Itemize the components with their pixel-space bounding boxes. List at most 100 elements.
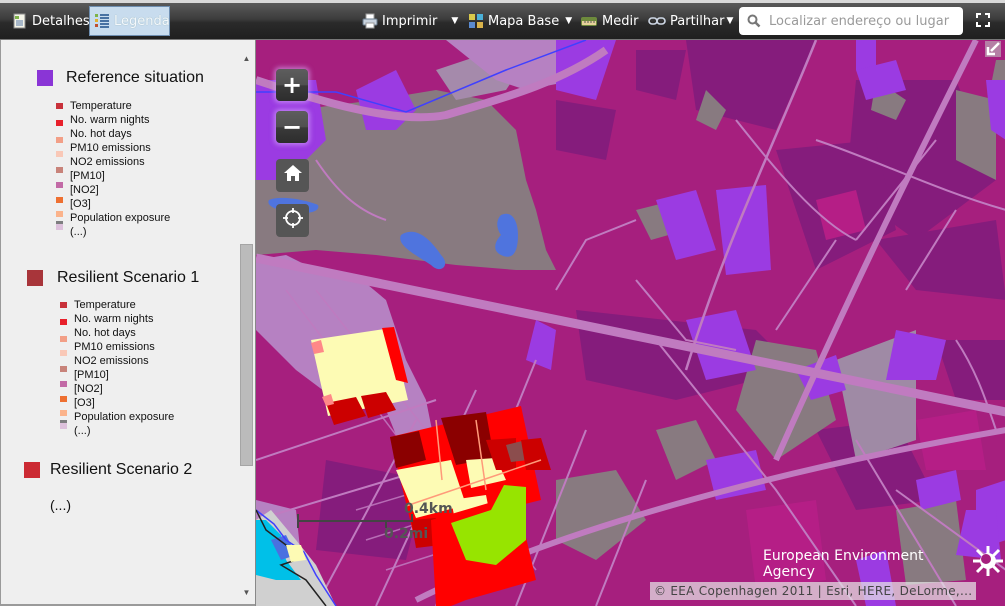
- legend-swatch: [60, 350, 67, 356]
- map-view[interactable]: + − 0.4km 0.2mi European Environment Age…: [255, 40, 1005, 606]
- basemap-label: Mapa Base: [488, 13, 560, 29]
- minus-icon: −: [281, 113, 303, 141]
- legend-panel: Reference situation Temperature No. warm…: [0, 40, 255, 606]
- search-box: [739, 7, 963, 35]
- chevron-down-icon: ▼: [451, 16, 459, 26]
- legend-swatch: [56, 197, 63, 203]
- scroll-down-arrow-icon[interactable]: ▼: [242, 588, 251, 597]
- legend-more: (...): [50, 497, 71, 513]
- legend-item-label: [O3]: [70, 198, 91, 210]
- legend-item: No. warm nights: [60, 312, 174, 326]
- legend-list-icon: [94, 13, 110, 29]
- print-button[interactable]: Imprimir ▼: [358, 6, 462, 36]
- legend-item-label: (...): [74, 425, 91, 437]
- home-icon: [283, 163, 303, 188]
- legend-swatch: [56, 120, 63, 126]
- legend-item: No. warm nights: [56, 113, 170, 127]
- legend-swatch: [56, 137, 63, 143]
- legend-button[interactable]: Legenda: [89, 6, 170, 36]
- legend-swatch: [60, 366, 67, 372]
- map-attribution: © EEA Copenhagen 2011 | Esri, HERE, DeLo…: [650, 582, 977, 600]
- legend-items-reference: Temperature No. warm nights No. hot days…: [56, 99, 170, 239]
- legend-scrollbar[interactable]: ▲ ▼: [238, 40, 255, 604]
- legend-item-label: No. warm nights: [70, 114, 150, 126]
- legend-item: Temperature: [60, 298, 174, 312]
- layer-title: Resilient Scenario 1: [57, 269, 200, 286]
- fullscreen-button[interactable]: [966, 7, 1000, 37]
- share-button[interactable]: Partilhar ▼: [644, 6, 737, 36]
- legend-item: NO2 emissions: [60, 350, 174, 368]
- measure-label: Medir: [602, 13, 639, 29]
- scroll-up-arrow-icon[interactable]: ▲: [242, 54, 251, 63]
- printer-icon: [362, 13, 378, 29]
- legend-swatch: [56, 182, 63, 188]
- magnifier-icon[interactable]: [747, 14, 761, 28]
- legend-swatch: [60, 423, 67, 429]
- scale-bar: 0.4km 0.2mi: [296, 501, 453, 542]
- scroll-thumb[interactable]: [240, 244, 253, 466]
- legend-swatch: [60, 319, 67, 325]
- legend-item: No. hot days: [60, 326, 174, 340]
- toolbar: Detalhes Legenda Imprimir ▼ Mapa Base ▼ …: [0, 0, 1005, 40]
- details-label: Detalhes: [32, 13, 90, 29]
- legend-item-label: [PM10]: [74, 369, 109, 381]
- layer-title: Reference situation: [66, 69, 204, 86]
- measure-button[interactable]: Medir: [576, 6, 642, 36]
- legend-item-label: Temperature: [70, 100, 132, 112]
- legend-item-label: [NO2]: [74, 383, 103, 395]
- legend-item: No. hot days: [56, 127, 170, 141]
- legend-item-label: (...): [70, 226, 87, 238]
- legend-item-label: No. warm nights: [74, 313, 154, 325]
- legend-item-label: No. hot days: [74, 327, 136, 339]
- eea-sun-icon: [971, 544, 1005, 583]
- legend-item: [NO2]: [56, 182, 170, 197]
- legend-item: Temperature: [56, 99, 170, 113]
- legend-item-label: PM10 emissions: [74, 341, 155, 353]
- legend-item: [O3]: [56, 197, 170, 211]
- legend-label: Legenda: [114, 13, 170, 29]
- layer-title: Resilient Scenario 2: [50, 461, 193, 478]
- legend-content: Reference situation Temperature No. warm…: [1, 40, 238, 604]
- fullscreen-icon: [976, 12, 990, 32]
- legend-item: PM10 emissions: [60, 336, 174, 354]
- legend-swatch: [60, 410, 67, 416]
- legend-item-label: NO2 emissions: [74, 355, 149, 367]
- legend-layer-reference: Reference situation: [37, 69, 204, 87]
- collapse-arrow-button[interactable]: [985, 41, 1001, 57]
- legend-layer-scenario-2: Resilient Scenario 2: [24, 461, 192, 479]
- search-input[interactable]: [769, 13, 959, 29]
- legend-swatch: [56, 211, 63, 217]
- legend-items-scenario-1: Temperature No. warm nights No. hot days…: [60, 298, 174, 438]
- legend-item: PM10 emissions: [56, 137, 170, 155]
- locate-crosshair-icon: [282, 207, 304, 234]
- ruler-icon: [580, 13, 598, 29]
- legend-swatch: [60, 336, 67, 342]
- legend-item: [PM10]: [60, 366, 174, 382]
- scale-km-label: 0.4km: [404, 501, 453, 517]
- legend-item: Population exposure: [60, 410, 174, 426]
- home-button[interactable]: [276, 159, 309, 192]
- locate-button[interactable]: [276, 204, 309, 237]
- zoom-in-button[interactable]: +: [276, 69, 308, 101]
- details-button[interactable]: Detalhes: [8, 6, 94, 36]
- legend-item: NO2 emissions: [56, 151, 170, 169]
- plus-icon: +: [281, 71, 303, 99]
- layer-swatch: [37, 70, 53, 86]
- legend-swatch: [56, 103, 63, 109]
- layer-swatch: [24, 462, 40, 478]
- legend-item-label: [O3]: [74, 397, 95, 409]
- basemap-button[interactable]: Mapa Base ▼: [464, 6, 576, 36]
- legend-item-label: [PM10]: [70, 170, 105, 182]
- legend-item: [O3]: [60, 396, 174, 410]
- scale-mi-label: 0.2mi: [384, 526, 429, 542]
- chevron-down-icon: ▼: [726, 16, 734, 26]
- share-label: Partilhar: [670, 13, 725, 29]
- zoom-out-button[interactable]: −: [276, 111, 308, 143]
- eea-logo[interactable]: European Environment Agency: [763, 544, 1005, 583]
- legend-swatch: [56, 167, 63, 173]
- legend-item: Population exposure: [56, 211, 170, 227]
- collapse-arrow-icon: [985, 41, 1001, 61]
- legend-layer-scenario-1: Resilient Scenario 1: [27, 269, 199, 287]
- link-icon: [648, 13, 666, 29]
- layer-swatch: [27, 270, 43, 286]
